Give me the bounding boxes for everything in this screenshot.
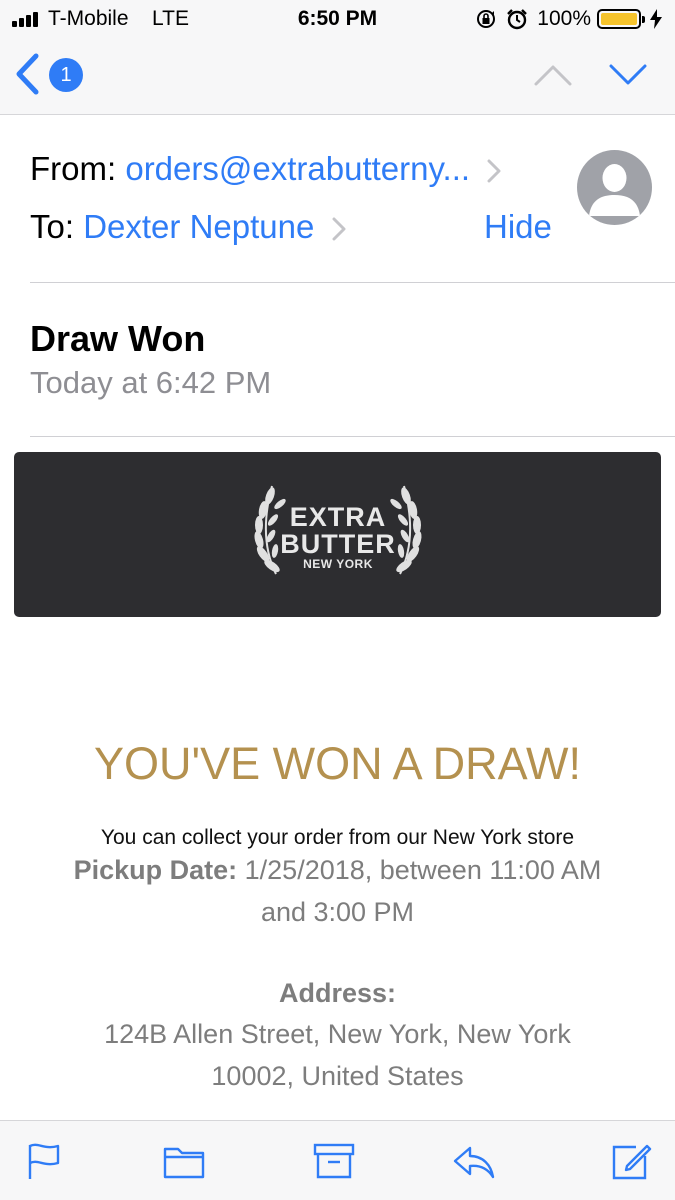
status-right-group: 100% [475, 6, 663, 32]
person-icon [589, 164, 640, 216]
to-label: To: [30, 208, 75, 245]
chevron-up-icon[interactable] [533, 60, 573, 90]
pickup-info: Pickup Date: 1/25/2018, between 11:00 AM… [50, 849, 625, 933]
pickup-label: Pickup Date: [73, 855, 238, 885]
from-label: From: [30, 150, 117, 187]
hide-details-link[interactable]: Hide [484, 208, 552, 246]
message-date: Today at 6:42 PM [30, 365, 272, 400]
brand-logo: EXTRA BUTTER NEW YORK [246, 478, 430, 586]
recipient-name[interactable]: Dexter Neptune [83, 208, 314, 245]
pickup-value: 1/25/2018, between 11:00 AM and 3:00 PM [244, 855, 602, 927]
unread-count-badge[interactable]: 1 [49, 58, 83, 92]
sender-address[interactable]: orders@extrabutterny... [125, 150, 470, 187]
to-row[interactable]: To: Dexter Neptune [30, 208, 346, 246]
battery-percentage: 100% [537, 7, 591, 30]
alarm-icon [507, 9, 528, 30]
subject-divider [30, 436, 675, 437]
win-headline: YOU'VE WON A DRAW! [94, 738, 581, 789]
charging-icon [650, 9, 662, 29]
chevron-left-icon[interactable] [12, 53, 44, 95]
status-bar: T-Mobile LTE 6:50 PM 100% [0, 0, 675, 40]
logo-line-3: NEW YORK [303, 557, 373, 571]
chevron-down-icon[interactable] [608, 60, 648, 90]
compose-icon[interactable] [610, 1141, 654, 1181]
logo-line-2: BUTTER [280, 529, 396, 559]
reply-icon[interactable] [452, 1141, 496, 1181]
sender-avatar[interactable] [577, 150, 652, 225]
archive-icon[interactable] [312, 1141, 356, 1181]
chevron-right-icon [332, 217, 346, 241]
collect-notice: You can collect your order from our New … [100, 826, 575, 849]
header-divider [30, 282, 675, 283]
top-navigation-bar: T-Mobile LTE 6:50 PM 100% 1 [0, 0, 675, 115]
bottom-toolbar [0, 1120, 675, 1200]
address-value: 124B Allen Street, New York, New York 10… [104, 1019, 571, 1091]
from-row[interactable]: From: orders@extrabutterny... [30, 150, 501, 188]
message-subject: Draw Won [30, 318, 206, 359]
flag-icon[interactable] [22, 1141, 66, 1181]
orientation-lock-icon [477, 10, 496, 28]
chevron-right-icon [487, 159, 501, 183]
address-label: Address: [278, 978, 397, 1008]
folder-icon[interactable] [162, 1141, 206, 1181]
battery-icon [597, 9, 645, 29]
